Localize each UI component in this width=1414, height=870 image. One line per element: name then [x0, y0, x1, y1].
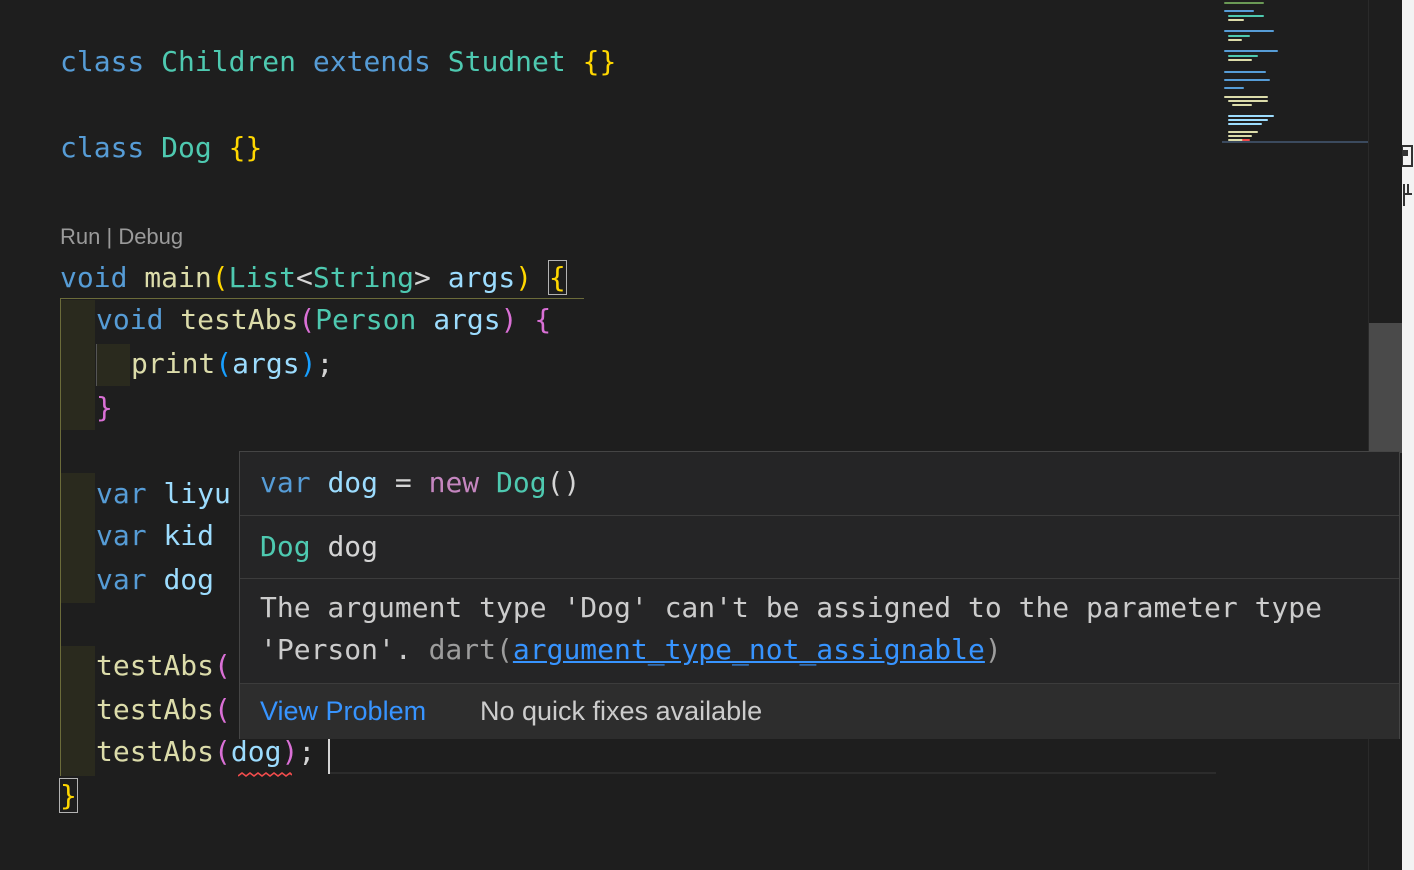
code-line-4[interactable]: void testAbs(Person args) { — [96, 300, 551, 340]
minimap-viewport — [1222, 141, 1368, 143]
function-name: testAbs — [180, 303, 299, 336]
paren: ) — [299, 347, 317, 380]
hover-declaration: var dog = new Dog() — [240, 452, 1399, 516]
error-message-line-1: The argument type 'Dog' can't be assigne… — [260, 591, 1323, 624]
type-name: List — [228, 261, 297, 294]
parameter: args — [447, 261, 516, 294]
brace: { — [534, 303, 552, 336]
panel-glyph-icon — [1403, 184, 1412, 206]
debug-codelens[interactable]: Debug — [118, 224, 183, 249]
code-line-7[interactable]: var liyu — [96, 474, 231, 514]
code-line-3[interactable]: void main(List<String> args) { — [60, 258, 567, 298]
hover-type-info: Dog dog — [240, 516, 1399, 579]
keyword: void — [96, 303, 164, 336]
error-code-link[interactable]: argument_type_not_assignable — [513, 633, 985, 666]
hover-error-message: The argument type 'Dog' can't be assigne… — [240, 579, 1399, 684]
code-line-5[interactable]: print(args); — [131, 344, 333, 384]
parens: () — [546, 466, 581, 499]
error-squiggle — [238, 772, 292, 777]
paren: ( — [298, 303, 316, 336]
type-name: Person — [315, 303, 417, 336]
keyword: var — [96, 519, 147, 552]
angle-bracket: > — [414, 261, 431, 294]
code-line-13[interactable]: } — [59, 776, 78, 816]
paren: ( — [214, 693, 231, 726]
code-line-11[interactable]: testAbs( — [96, 690, 231, 730]
keyword: class — [60, 45, 145, 78]
variable: kid — [163, 519, 215, 552]
variable: dog — [327, 466, 379, 499]
argument: args — [232, 347, 300, 380]
error-source-end: ) — [984, 633, 1002, 666]
function-name: print — [131, 347, 216, 380]
keyword-new: new — [428, 466, 480, 499]
view-problem-link[interactable]: View Problem — [260, 696, 426, 726]
no-quick-fixes-text: No quick fixes available — [480, 696, 763, 726]
run-codelens[interactable]: Run — [60, 224, 100, 249]
class-name: Dog — [161, 131, 212, 164]
brackets: {} — [582, 45, 617, 78]
keyword: var — [96, 563, 147, 596]
paren: ( — [211, 261, 229, 294]
matched-brace: { — [547, 260, 567, 295]
paren: ( — [215, 347, 233, 380]
matched-brace: } — [59, 778, 78, 813]
paren: ( — [214, 735, 231, 768]
code-line-2[interactable]: class Dog {} — [60, 128, 262, 168]
brackets: {} — [228, 131, 263, 164]
keyword: class — [60, 131, 145, 164]
brace: } — [96, 391, 113, 424]
code-line-8[interactable]: var kid — [96, 516, 214, 556]
code-line-1[interactable]: class Children extends Studnet {} — [60, 42, 616, 82]
code-line-10[interactable]: testAbs( — [96, 646, 231, 686]
paren: ) — [281, 735, 299, 768]
semicolon: ; — [316, 347, 334, 380]
variable: liyu — [163, 477, 231, 510]
codelens-separator: | — [100, 224, 119, 249]
keyword: var — [260, 466, 311, 499]
keyword: extends — [312, 45, 431, 78]
operator: = — [394, 466, 412, 499]
paren: ) — [515, 261, 533, 294]
current-line-highlight — [330, 772, 1216, 774]
panel-icon — [1402, 145, 1413, 167]
hover-actions: View Problem No quick fixes available — [240, 684, 1399, 739]
error-source: dart( — [428, 633, 513, 666]
type-name: String — [312, 261, 415, 294]
class-name: Studnet — [447, 45, 566, 78]
code-line-9[interactable]: var dog — [96, 560, 214, 600]
type-name: Dog — [496, 466, 547, 499]
adjacent-panel-edge — [1402, 0, 1414, 870]
parameter: args — [433, 303, 501, 336]
variable: dog — [163, 563, 215, 596]
function-call: testAbs — [96, 649, 215, 682]
class-name: Children — [161, 45, 297, 78]
codelens: Run | Debug — [60, 222, 183, 252]
function-call: testAbs — [96, 735, 215, 768]
minimap[interactable] — [1220, 0, 1368, 150]
hover-popup[interactable]: var dog = new Dog() Dog dog The argument… — [239, 451, 1400, 739]
variable: dog — [327, 530, 379, 563]
type-name: Dog — [260, 530, 311, 563]
code-line-6[interactable]: } — [96, 388, 113, 428]
code-editor[interactable]: class Children extends Studnet {} class … — [0, 0, 1368, 870]
function-call: testAbs — [96, 693, 215, 726]
paren: ( — [214, 649, 231, 682]
error-argument[interactable]: dog — [231, 735, 282, 768]
error-message-line-2: 'Person'. — [260, 633, 429, 666]
keyword: void — [60, 261, 128, 294]
paren: ) — [500, 303, 518, 336]
indent-guide — [96, 344, 97, 386]
function-name: main — [144, 261, 212, 294]
semicolon: ; — [298, 735, 316, 768]
text-cursor — [328, 738, 330, 774]
scrollbar-thumb[interactable] — [1369, 323, 1402, 453]
angle-bracket: < — [296, 261, 313, 294]
keyword: var — [96, 477, 147, 510]
